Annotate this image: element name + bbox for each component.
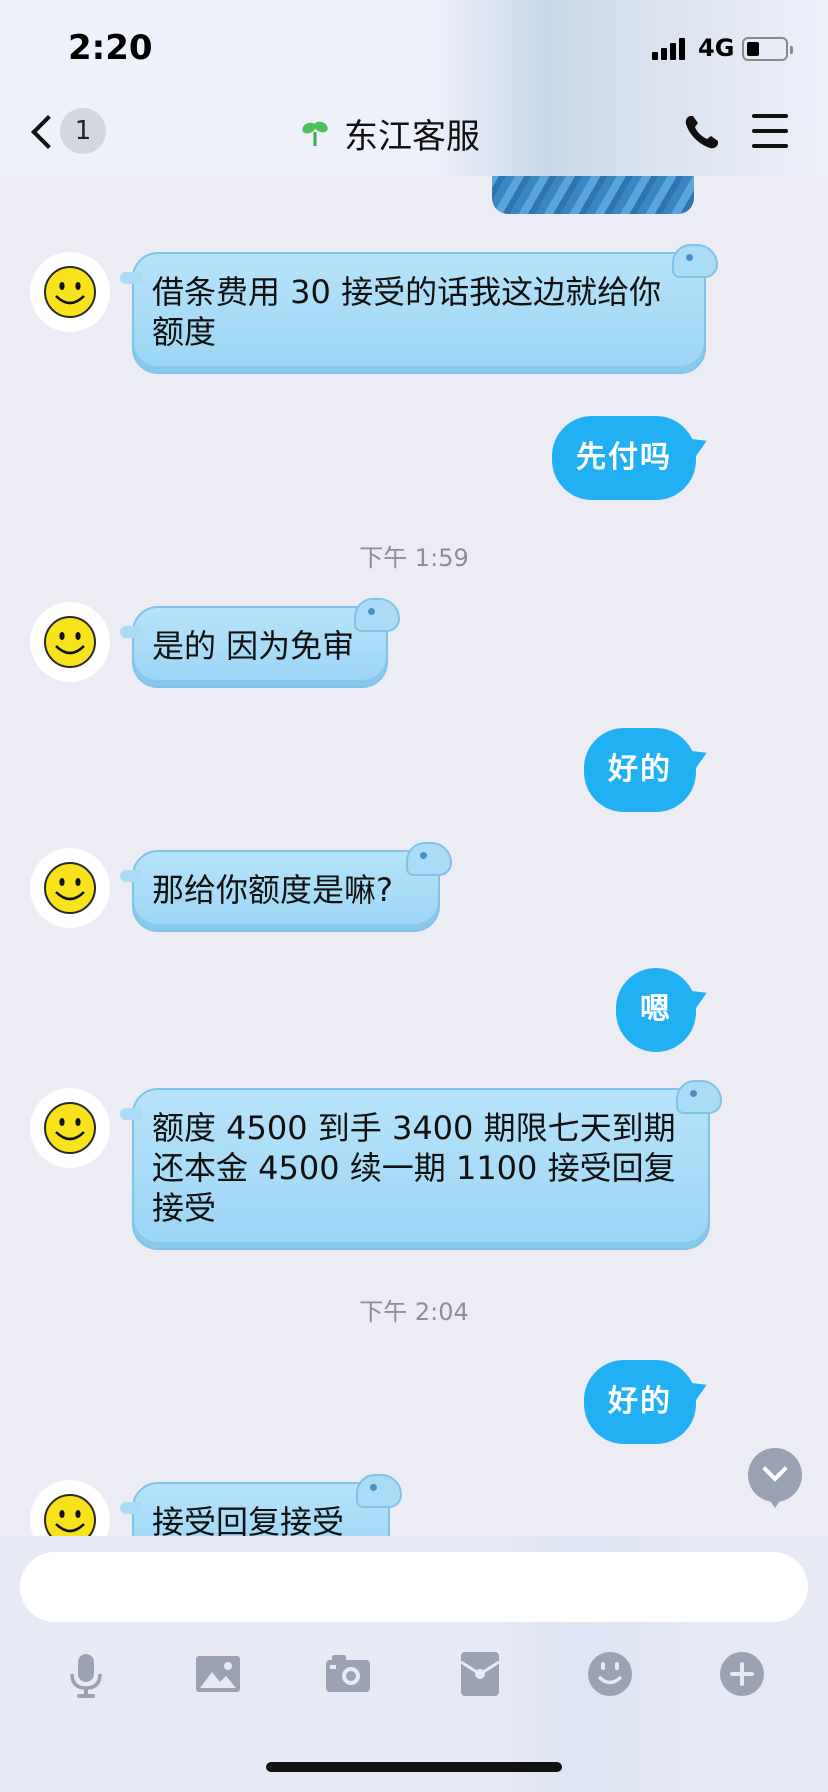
message-text: 那给你额度是嘛? <box>152 871 393 909</box>
emoji-icon[interactable] <box>584 1648 636 1700</box>
camera-icon[interactable] <box>322 1648 374 1700</box>
status-time: 2:20 <box>68 28 153 68</box>
message-text: 好的 <box>608 1384 672 1419</box>
network-type: 4G <box>698 34 735 62</box>
input-bar <box>0 1536 828 1792</box>
message-text: 借条费用 30 接受的话我这边就给你 <box>152 273 662 311</box>
microphone-icon[interactable] <box>60 1648 112 1700</box>
battery-icon <box>742 37 793 61</box>
sprout-icon <box>302 121 328 146</box>
message-text: 额度 <box>152 313 217 351</box>
timestamp: 下午 1:59 <box>359 544 469 572</box>
home-indicator[interactable] <box>266 1762 562 1772</box>
back-button[interactable]: 1 <box>28 108 108 158</box>
avatar[interactable] <box>30 1088 110 1168</box>
smiley-avatar-icon <box>44 862 96 914</box>
incoming-message-bubble[interactable]: 是的 因为免审 <box>120 598 400 688</box>
outgoing-message-bubble[interactable]: 好的 <box>584 1360 712 1444</box>
phone-icon[interactable] <box>682 112 722 152</box>
incoming-message-bubble[interactable]: 额度 4500 到手 3400 期限七天到期 还本金 4500 续一期 1100… <box>120 1080 722 1250</box>
message-input[interactable] <box>20 1552 808 1622</box>
message-text: 接受 <box>152 1189 217 1227</box>
previous-image-message[interactable] <box>492 176 694 214</box>
red-packet-icon[interactable] <box>454 1648 506 1700</box>
avatar[interactable] <box>30 848 110 928</box>
outgoing-message-bubble[interactable]: 嗯 <box>616 968 712 1052</box>
plus-icon[interactable] <box>716 1648 768 1700</box>
incoming-message-bubble[interactable]: 那给你额度是嘛? <box>120 842 452 932</box>
message-text: 嗯 <box>640 992 672 1027</box>
message-text: 接受回复接受 <box>152 1503 345 1536</box>
incoming-message-bubble[interactable]: 借条费用 30 接受的话我这边就给你 额度 <box>120 244 718 374</box>
chat-title[interactable]: 东江客服 <box>300 108 480 158</box>
timestamp: 下午 2:04 <box>359 1298 469 1326</box>
scroll-to-bottom-button[interactable] <box>748 1448 802 1508</box>
avatar[interactable] <box>30 252 110 332</box>
outgoing-message-bubble[interactable]: 好的 <box>584 728 712 812</box>
page-title: 东江客服 <box>344 116 480 157</box>
chat-area[interactable]: 借条费用 30 接受的话我这边就给你 额度 先付吗 下午 1:59 是的 因为免… <box>0 176 828 1536</box>
top-bar: 2:20 4G 1 东江客服 <box>0 0 828 176</box>
message-text: 好的 <box>608 752 672 787</box>
incoming-message-bubble[interactable]: 接受回复接受 <box>120 1474 402 1536</box>
unread-count-badge: 1 <box>60 108 106 154</box>
smiley-avatar-icon <box>44 266 96 318</box>
message-text: 是的 因为免审 <box>152 627 355 665</box>
menu-icon[interactable] <box>752 114 788 148</box>
smiley-avatar-icon <box>44 1102 96 1154</box>
signal-icon <box>652 36 690 60</box>
message-text: 还本金 4500 续一期 1100 接受回复 <box>152 1149 676 1187</box>
avatar[interactable] <box>30 1480 110 1536</box>
avatar[interactable] <box>30 602 110 682</box>
outgoing-message-bubble[interactable]: 先付吗 <box>552 416 712 500</box>
image-icon[interactable] <box>192 1648 244 1700</box>
message-text: 额度 4500 到手 3400 期限七天到期 <box>152 1109 676 1147</box>
smiley-avatar-icon <box>44 1494 96 1536</box>
smiley-avatar-icon <box>44 616 96 668</box>
message-text: 先付吗 <box>576 440 672 475</box>
